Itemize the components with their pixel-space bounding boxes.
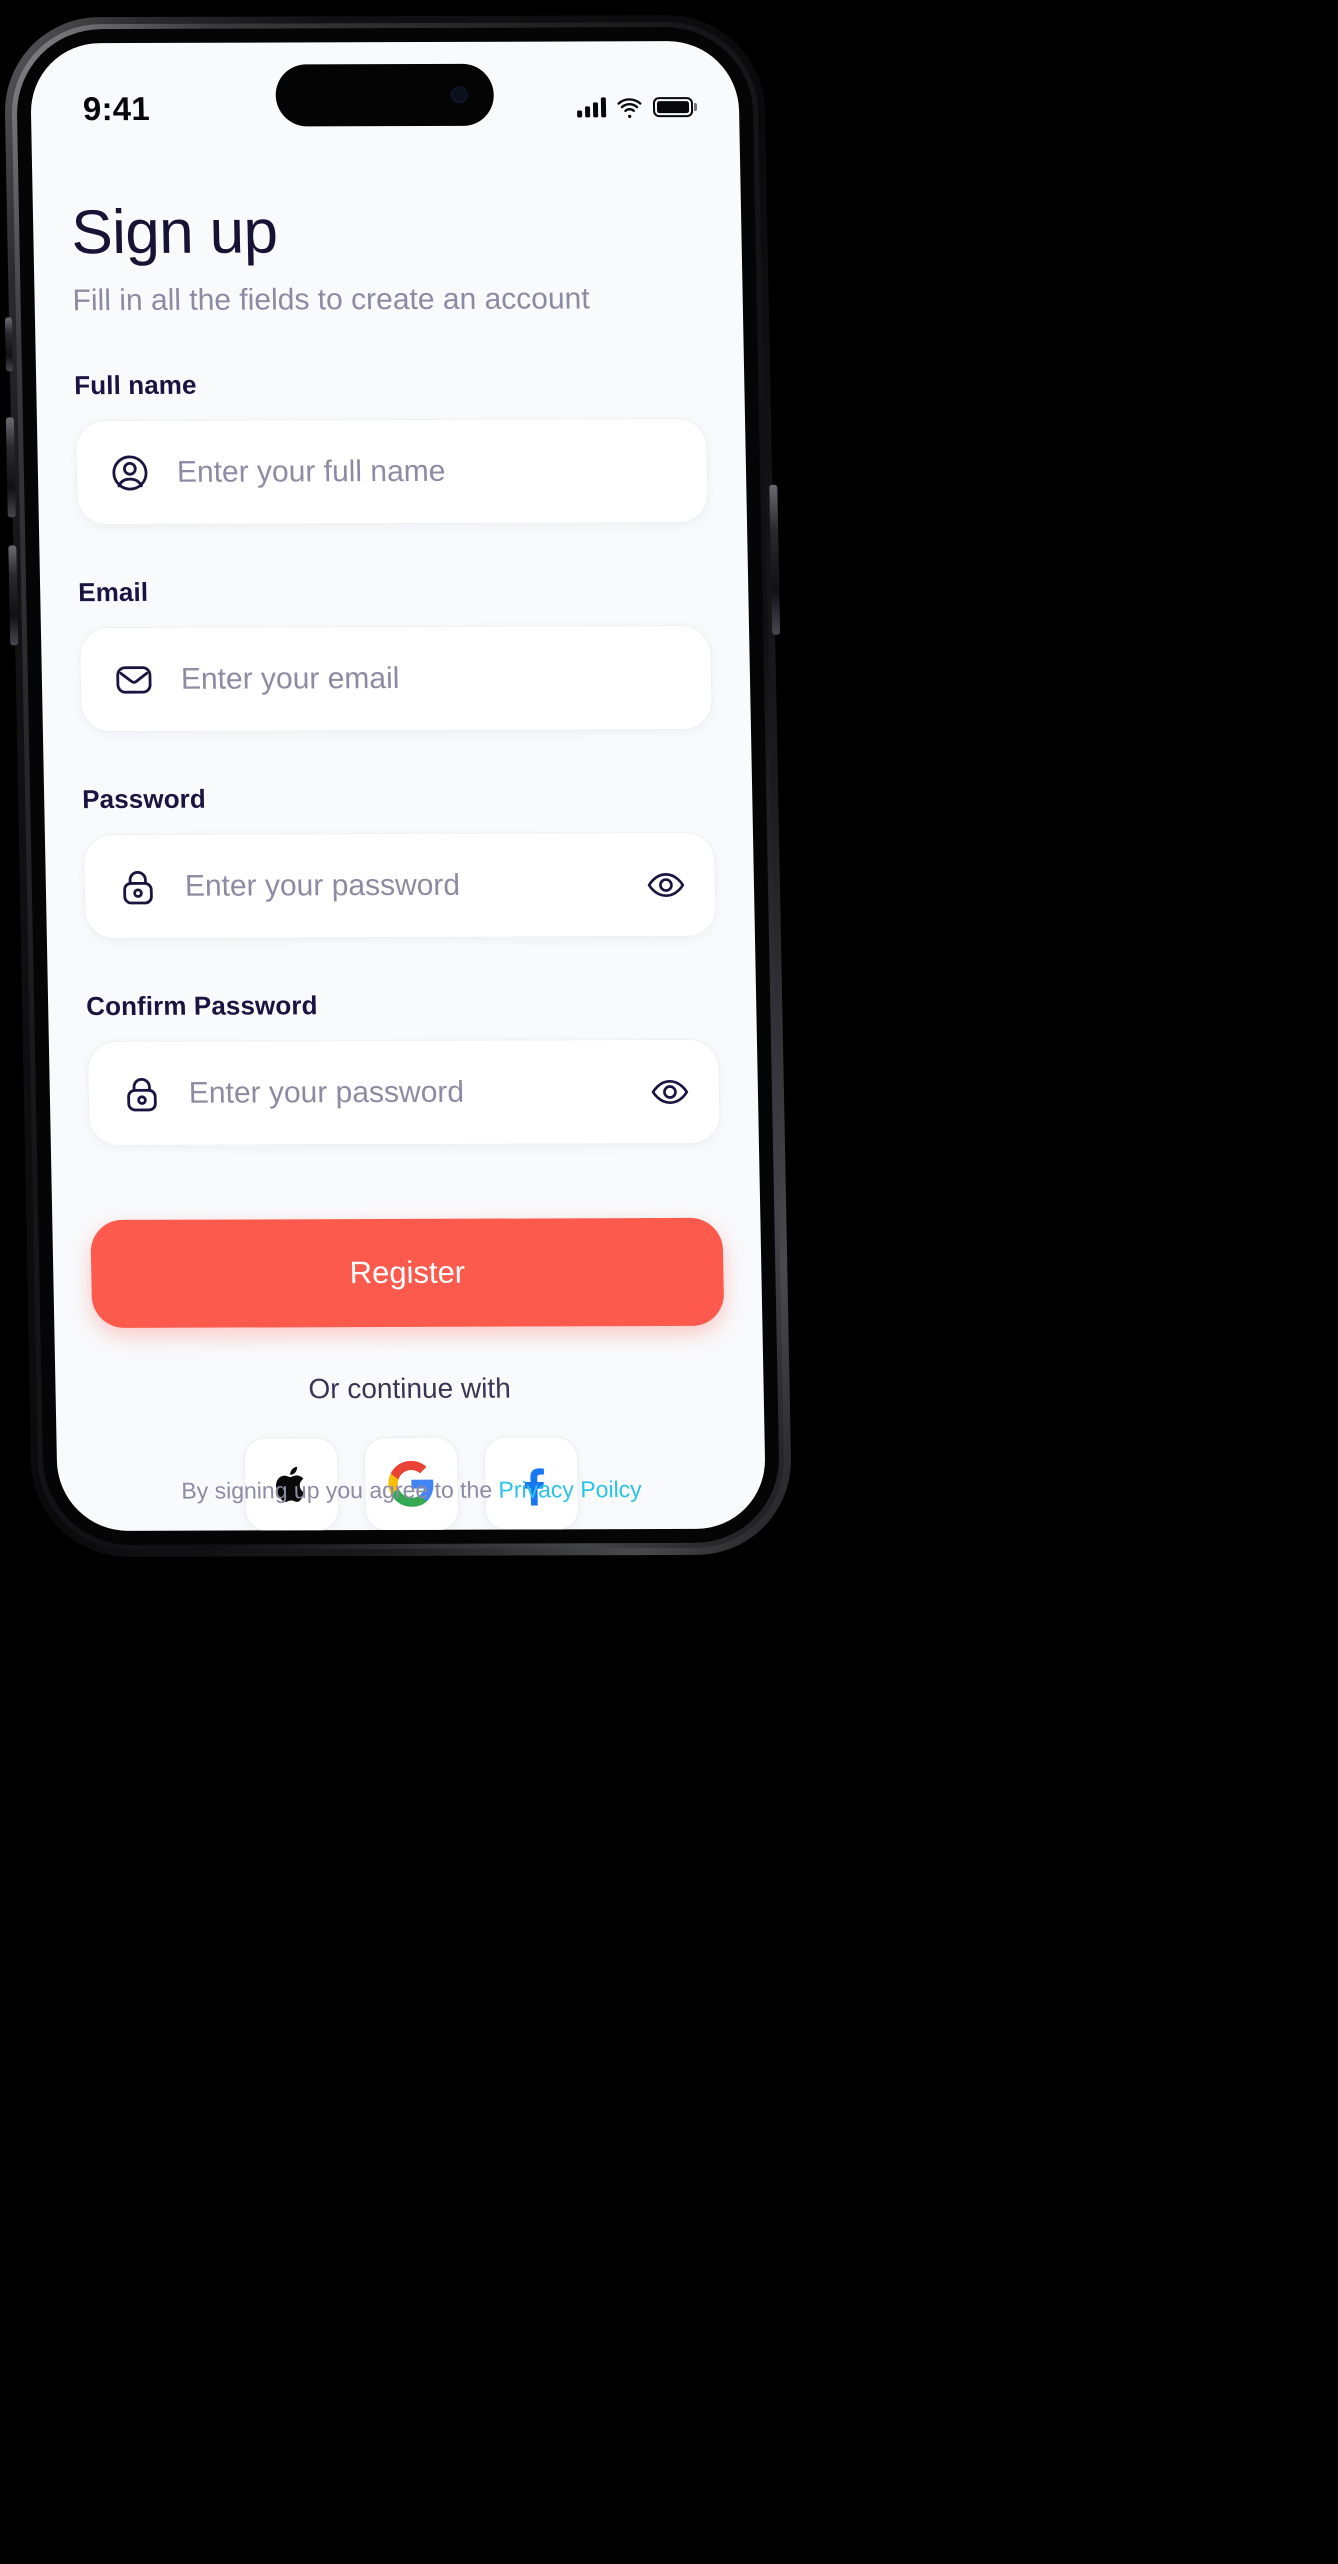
silent-switch-button[interactable] <box>4 317 13 372</box>
cellular-signal-icon <box>577 97 607 118</box>
dynamic-island <box>275 63 495 127</box>
or-continue-with-label: Or continue with <box>308 1372 512 1405</box>
field-group-email: Email Enter your email <box>77 575 713 733</box>
privacy-policy-link[interactable]: Privacy Poilcy <box>498 1476 642 1502</box>
user-circle-icon <box>106 449 153 495</box>
placeholder-email: Enter your email <box>180 661 400 696</box>
input-confirm-password[interactable]: Enter your password <box>86 1038 721 1147</box>
field-group-confirm-password: Confirm Password Enter your password <box>85 989 721 1147</box>
power-button[interactable] <box>769 484 781 635</box>
register-button[interactable]: Register <box>90 1217 725 1329</box>
status-time: 9:41 <box>82 89 151 128</box>
envelope-icon <box>110 656 157 702</box>
input-email[interactable]: Enter your email <box>78 624 713 733</box>
field-group-password: Password Enter your password <box>81 782 717 940</box>
legal-row: By signing up you agree to the Privacy P… <box>57 1476 766 1505</box>
label-password: Password <box>81 783 207 815</box>
iphone-device-mockup: 9:41 Sign up Fill in all the fields to c… <box>3 14 793 1558</box>
eye-icon-password-toggle[interactable] <box>642 861 689 907</box>
field-group-full-name: Full name Enter your full name <box>73 368 710 526</box>
input-password[interactable]: Enter your password <box>82 831 717 940</box>
signup-screen-content: Sign up Fill in all the fields to create… <box>32 151 767 1532</box>
label-full-name: Full name <box>73 369 197 401</box>
legal-text: By signing up you agree to the <box>181 1476 493 1504</box>
lock-icon <box>114 863 161 909</box>
lock-icon <box>118 1070 165 1116</box>
label-confirm-password: Confirm Password <box>85 990 318 1022</box>
placeholder-confirm-password: Enter your password <box>188 1075 465 1110</box>
battery-icon <box>652 97 694 118</box>
page-subtitle: Fill in all the fields to create an acco… <box>72 282 590 318</box>
label-email: Email <box>77 576 149 608</box>
placeholder-password: Enter your password <box>184 868 461 903</box>
eye-icon-confirm-password-toggle[interactable] <box>646 1068 693 1114</box>
status-bar: 9:41 <box>30 41 740 153</box>
input-full-name[interactable]: Enter your full name <box>74 417 710 526</box>
phone-screen: 9:41 Sign up Fill in all the fields to c… <box>29 40 767 1532</box>
status-icons <box>577 94 694 121</box>
screenshot-canvas: 9:41 Sign up Fill in all the fields to c… <box>0 0 1338 2564</box>
placeholder-full-name: Enter your full name <box>176 454 446 489</box>
wifi-icon <box>617 97 642 118</box>
front-camera-icon <box>450 86 468 104</box>
page-title: Sign up <box>70 197 279 268</box>
